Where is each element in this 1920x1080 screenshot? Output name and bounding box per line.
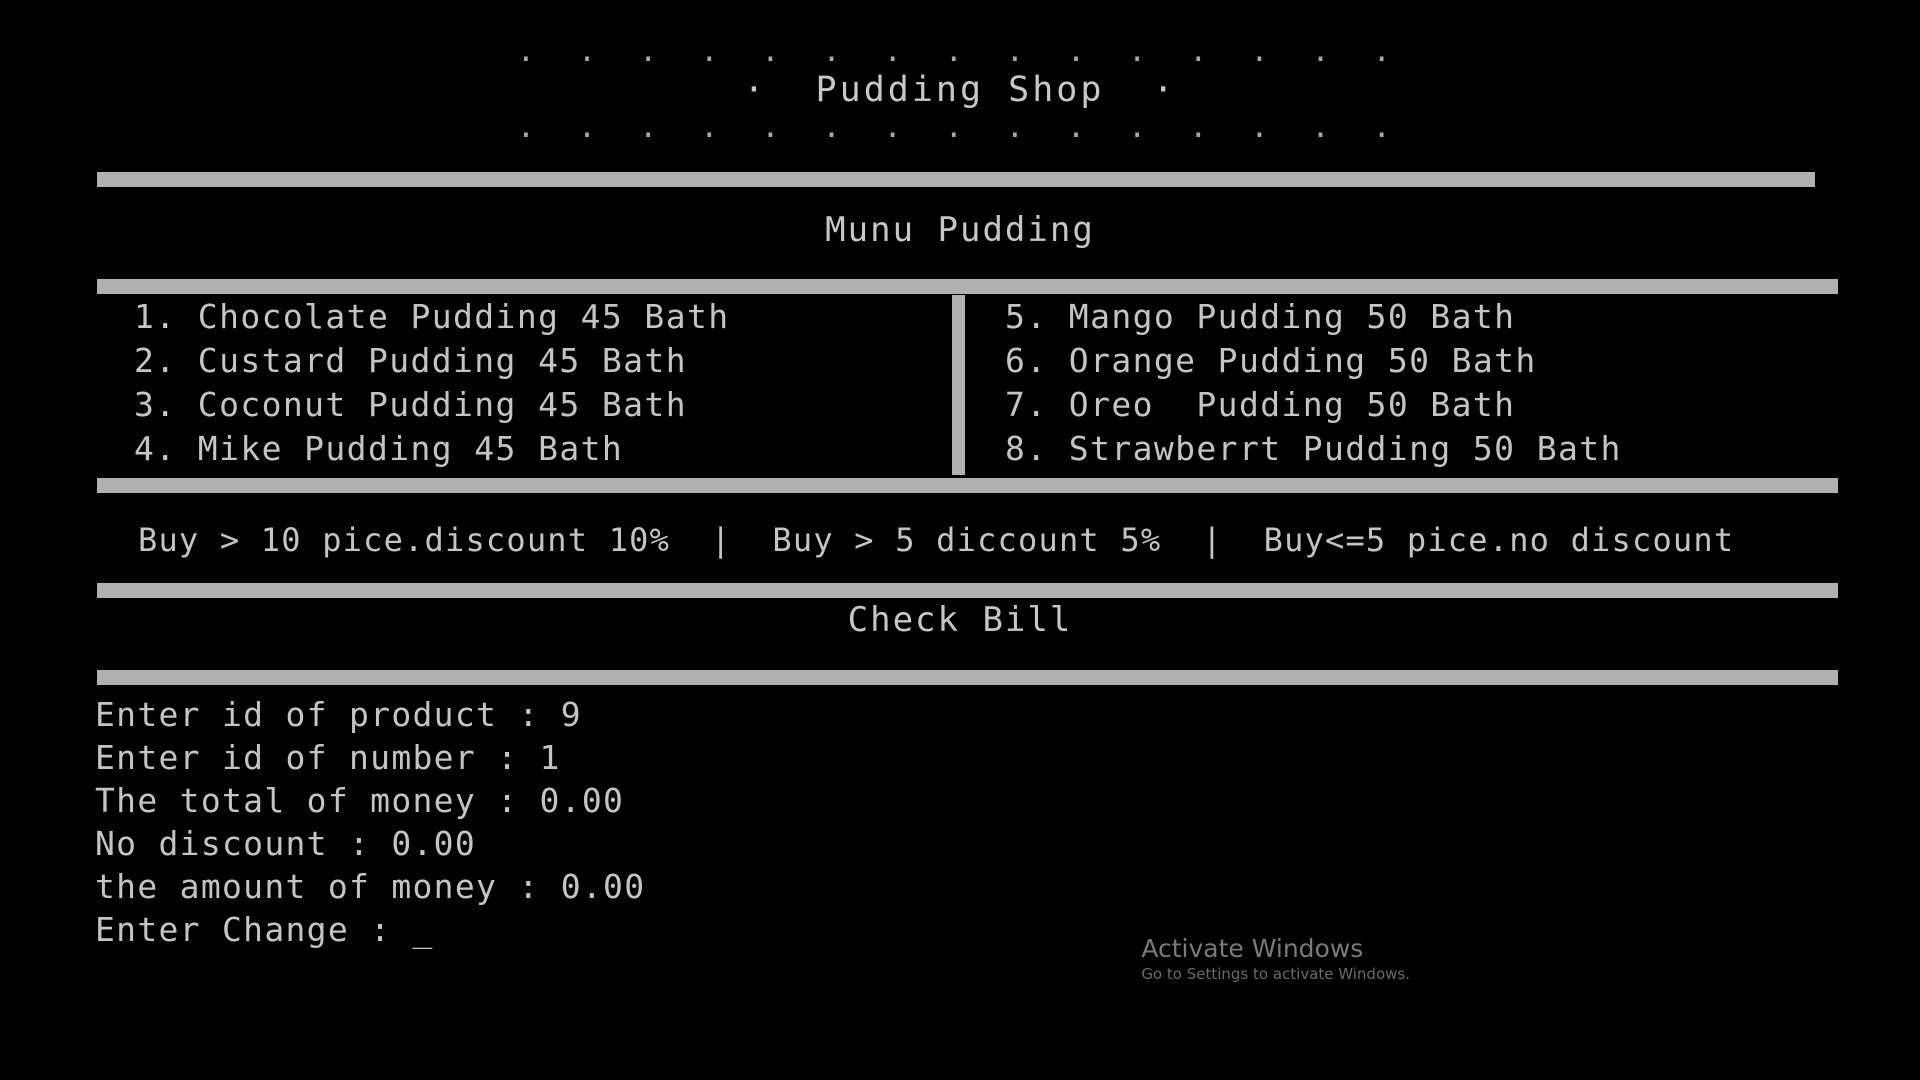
prompt-enter-change-label: Enter Change : (95, 910, 413, 949)
menu-column-left: 1. Chocolate Pudding 45 Bath 2. Custard … (97, 295, 952, 475)
watermark-title: Activate Windows (1141, 934, 1364, 963)
activate-windows-watermark: Activate Windows Go to Settings to activ… (1141, 934, 1410, 984)
banner-top-dotted-border: . . . . . . . . . . . . . . . (516, 34, 1404, 69)
menu-area: 1. Chocolate Pudding 45 Bath 2. Custard … (97, 295, 1838, 475)
output-line-no-discount: No discount : 0.00 (95, 824, 477, 863)
output-line-total-money: The total of money : 0.00 (95, 781, 625, 820)
prompt-enter-change[interactable]: Enter Change : _ (95, 908, 645, 951)
console-window: . . . . . . . . . . . . . . . · Pudding … (0, 0, 1920, 1080)
bill-section-heading: Check Bill (847, 600, 1073, 640)
watermark-subtitle: Go to Settings to activate Windows. (1141, 965, 1410, 983)
menu-item[interactable]: 2. Custard Pudding 45 Bath (97, 339, 952, 383)
menu-section-heading: Munu Pudding (825, 210, 1095, 250)
menu-item[interactable]: 8. Strawberrt Pudding 50 Bath (965, 427, 1838, 471)
menu-item[interactable]: 4. Mike Pudding 45 Bath (97, 427, 952, 471)
separator-rule-menu-bottom (97, 478, 1838, 493)
console-output-block: Enter id of product : 9 Enter id of numb… (95, 693, 645, 951)
banner-bottom-dotted-border: . . . . . . . . . . . . . . . (516, 110, 1404, 145)
menu-item[interactable]: 7. Oreo Pudding 50 Bath (965, 383, 1838, 427)
menu-item[interactable]: 6. Orange Pudding 50 Bath (965, 339, 1838, 383)
separator-rule-bill-top (97, 670, 1838, 685)
menu-column-divider (952, 295, 965, 475)
output-line-number: Enter id of number : 1 (95, 738, 561, 777)
page-title: · Pudding Shop · (743, 70, 1177, 110)
separator-rule-discount-bottom (97, 583, 1838, 598)
discount-rules-text: Buy > 10 pice.discount 10% | Buy > 5 dic… (138, 521, 1735, 559)
output-line-amount-money: the amount of money : 0.00 (95, 867, 646, 906)
menu-item[interactable]: 3. Coconut Pudding 45 Bath (97, 383, 952, 427)
menu-column-right: 5. Mango Pudding 50 Bath 6. Orange Puddi… (965, 295, 1838, 475)
output-line-product-id: Enter id of product : 9 (95, 695, 582, 734)
menu-item[interactable]: 1. Chocolate Pudding 45 Bath (97, 295, 952, 339)
app-banner: . . . . . . . . . . . . . . . · Pudding … (0, 34, 1920, 145)
separator-rule-top (97, 172, 1815, 187)
separator-rule-menu-top (97, 279, 1838, 294)
menu-item[interactable]: 5. Mango Pudding 50 Bath (965, 295, 1838, 339)
text-cursor: _ (412, 910, 434, 949)
